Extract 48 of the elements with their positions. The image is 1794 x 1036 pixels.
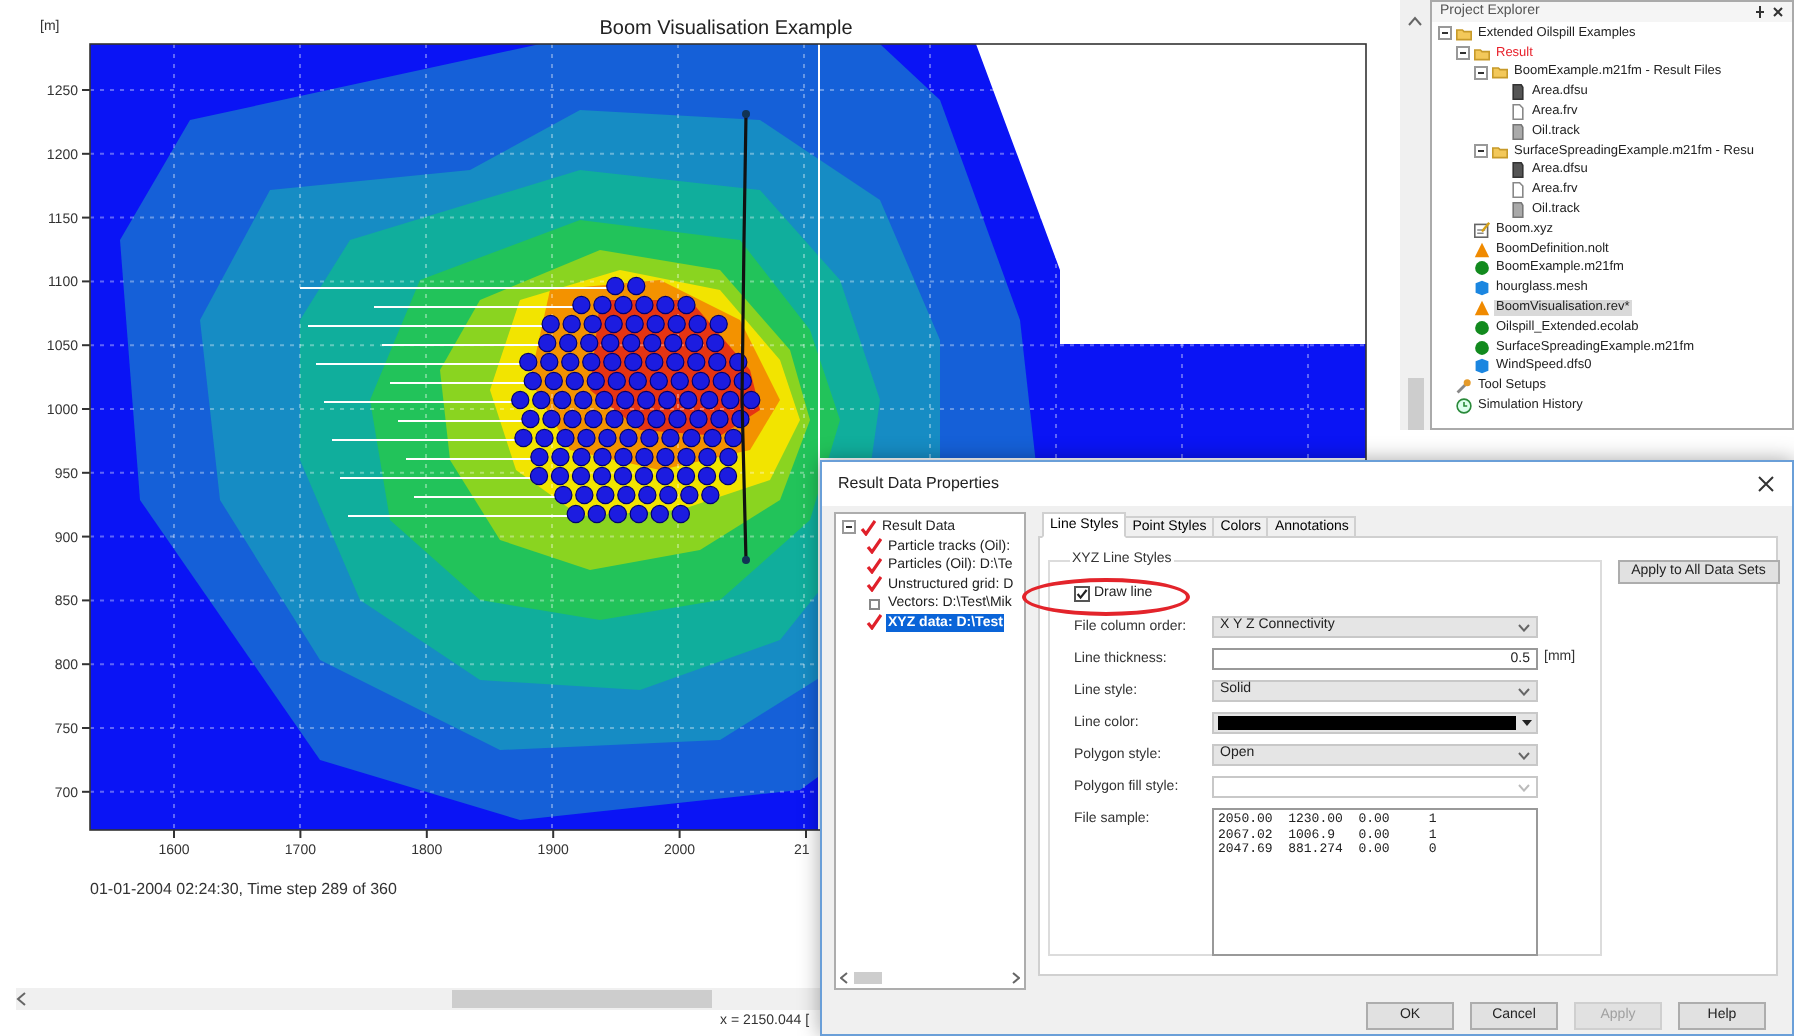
file-icon bbox=[1510, 162, 1526, 179]
chevron-down-icon bbox=[1518, 687, 1530, 695]
scroll-left-icon[interactable] bbox=[840, 971, 848, 983]
chart-title: Boom Visualisation Example bbox=[599, 18, 853, 40]
scrollbar-thumb[interactable] bbox=[1407, 378, 1423, 430]
checkmark-icon[interactable] bbox=[860, 519, 876, 536]
collapse-icon[interactable] bbox=[842, 520, 856, 535]
collapse-icon[interactable] bbox=[1456, 46, 1470, 61]
collapse-icon[interactable] bbox=[1474, 65, 1488, 80]
checkmark-icon[interactable] bbox=[866, 576, 882, 593]
close-icon bbox=[1758, 476, 1774, 492]
color-picker[interactable] bbox=[1212, 712, 1538, 734]
wrench-icon bbox=[1456, 378, 1472, 395]
file-icon bbox=[1510, 123, 1526, 140]
notepad-icon bbox=[1474, 221, 1490, 238]
document-icon bbox=[1510, 182, 1526, 199]
scroll-up-icon[interactable] bbox=[1408, 16, 1422, 26]
cube-icon bbox=[1474, 358, 1490, 375]
checkmark-icon[interactable] bbox=[866, 614, 882, 631]
dialog-title: Result Data Properties bbox=[838, 472, 999, 496]
circle-icon bbox=[1474, 339, 1490, 356]
circle-icon bbox=[1474, 260, 1490, 277]
file-icon bbox=[1510, 202, 1526, 219]
checkmark-icon[interactable] bbox=[866, 557, 882, 574]
scrollbar-thumb[interactable] bbox=[854, 971, 882, 983]
chevron-down-icon bbox=[1518, 751, 1530, 759]
triangle-icon bbox=[1474, 241, 1490, 258]
clock-icon bbox=[1456, 398, 1472, 415]
file-icon bbox=[1510, 84, 1526, 101]
checkbox[interactable] bbox=[1074, 585, 1090, 602]
collapse-icon[interactable] bbox=[1474, 144, 1488, 159]
caret-icon bbox=[1522, 720, 1532, 726]
time-step-label: 01-01-2004 02:24:30, Time step 289 of 360 bbox=[90, 880, 399, 900]
checkbox[interactable] bbox=[866, 595, 882, 612]
scrollbar-thumb[interactable] bbox=[452, 990, 712, 1008]
scroll-right-icon[interactable] bbox=[1012, 971, 1020, 983]
triangle-icon bbox=[1474, 300, 1490, 317]
checkmark-icon[interactable] bbox=[866, 538, 882, 555]
cube-icon bbox=[1474, 280, 1490, 297]
circle-icon bbox=[1474, 319, 1490, 336]
chevron-down-icon bbox=[1518, 783, 1530, 791]
close-icon[interactable] bbox=[1772, 6, 1784, 18]
folder-icon bbox=[1492, 143, 1508, 160]
document-icon bbox=[1510, 104, 1526, 121]
pin-icon[interactable] bbox=[1754, 6, 1766, 18]
chevron-down-icon bbox=[1518, 623, 1530, 631]
collapse-icon[interactable] bbox=[1438, 26, 1452, 41]
scroll-left-icon[interactable] bbox=[16, 992, 26, 1006]
